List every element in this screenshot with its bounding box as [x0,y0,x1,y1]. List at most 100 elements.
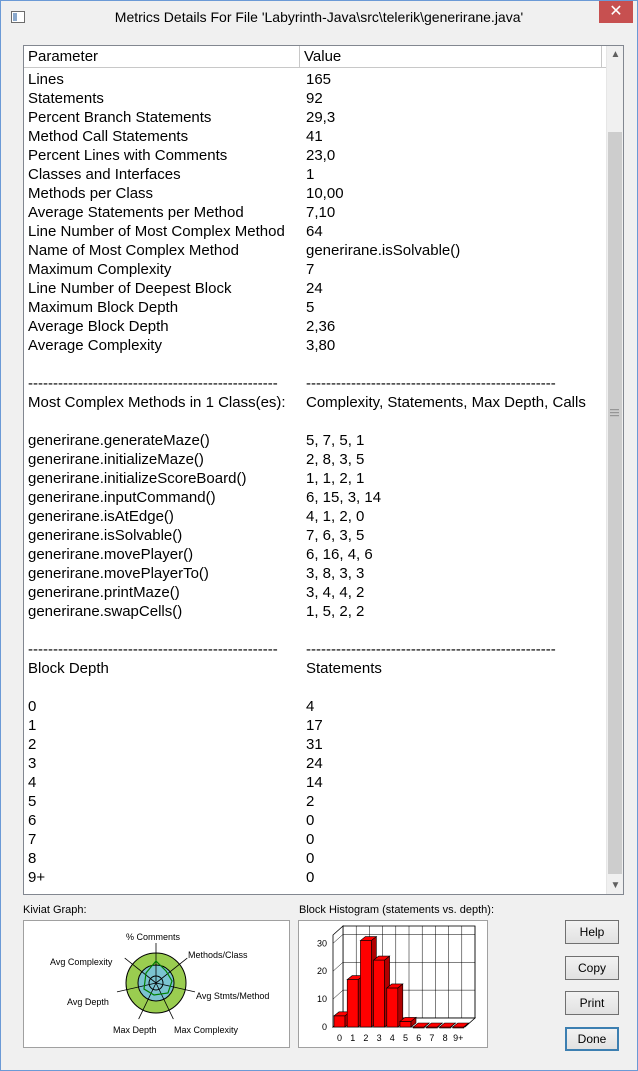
table-row[interactable]: 60 [24,811,607,830]
table-row[interactable]: Statements 92 [24,89,607,108]
table-row[interactable] [24,355,607,374]
value-cell: 24 [306,755,323,772]
table-row[interactable]: generirane.initializeMaze() 2, 8, 3, 5 [24,450,607,469]
histogram-x-tick-label: 2 [363,1033,368,1043]
table-row[interactable]: 80 [24,849,607,868]
parameter-cell: Maximum Complexity [28,261,172,278]
table-row[interactable]: Average Block Depth 2,36 [24,317,607,336]
table-row[interactable]: Maximum Block Depth 5 [24,298,607,317]
table-row[interactable]: generirane.movePlayerTo() 3, 8, 3, 3 [24,564,607,583]
table-row[interactable]: 3 24 [24,754,607,773]
table-row[interactable]: generirane.isAtEdge() 4, 1, 2, 0 [24,507,607,526]
metrics-list[interactable]: Parameter Value Lines 165 Statements 92 Perc… [23,45,624,895]
table-row[interactable]: Average Complexity 3,80 [24,336,607,355]
table-row[interactable]: Line Number of Deepest Block 24 [24,279,607,298]
parameter-cell: 3 [28,755,37,772]
value-cell: 0 [306,869,315,886]
histogram-label: Block Histogram (statements vs. depth): [299,904,495,916]
print-button[interactable]: Print [565,991,619,1015]
value-cell: 0 [306,831,315,848]
scroll-up-arrow-icon[interactable]: ▲ [607,46,624,63]
scrollbar-thumb[interactable] [608,132,622,874]
value-cell: ----------------------------------------… [306,375,556,392]
histogram-x-tick-label: 7 [429,1033,434,1043]
table-row[interactable]: 70 [24,830,607,849]
parameter-cell: Most Complex Methods in 1 Class(es): [28,394,286,411]
value-cell: ----------------------------------------… [306,641,556,658]
value-cell: 5 [306,299,315,316]
value-cell: 31 [306,736,323,753]
table-row[interactable] [24,621,607,640]
table-row[interactable]: generirane.inputCommand() 6, 15, 3, 14 [24,488,607,507]
parameter-cell: Line Number of Most Complex Method [28,223,285,240]
metrics-window: Metrics Details For File 'Labyrinth-Java… [0,0,638,1071]
close-button[interactable]: ✕ [599,1,633,23]
kiviat-axis-avg-depth: Avg Depth [67,997,109,1007]
table-row[interactable]: Methods per Class 10,00 [24,184,607,203]
title-bar: Metrics Details For File 'Labyrinth-Java… [1,1,637,34]
table-row[interactable]: ----------------------------------------… [24,374,607,393]
table-row[interactable]: Method Call Statements 41 [24,127,607,146]
table-row[interactable]: Block Depth Statements [24,659,607,678]
table-row[interactable]: 1 17 [24,716,607,735]
table-row[interactable]: Name of Most Complex Method generirane.is… [24,241,607,260]
parameter-cell: Percent Lines with Comments [28,147,228,164]
parameter-cell: generirane.isAtEdge() [28,508,174,525]
table-row[interactable]: generirane.generateMaze() 5, 7, 5, 1 [24,431,607,450]
table-row[interactable]: Lines 165 [24,70,607,89]
parameter-cell: 9+ [28,869,46,886]
histogram-bar [360,940,372,1028]
parameter-cell: generirane.generateMaze() [28,432,210,449]
parameter-cell: Average Complexity [28,337,162,354]
kiviat-axis-methods-class: Methods/Class [188,950,248,960]
window-title: Metrics Details For File 'Labyrinth-Java… [114,9,524,25]
parameter-cell: 1 [28,717,37,734]
table-row[interactable]: Percent Branch Statements 29,3 [24,108,607,127]
table-row[interactable]: generirane.swapCells() 1, 5, 2, 2 [24,602,607,621]
table-row[interactable]: ----------------------------------------… [24,640,607,659]
parameter-cell: ----------------------------------------… [28,375,278,392]
parameter-cell: Statements [28,90,104,107]
table-row[interactable]: 9+ 0 [24,868,607,887]
copy-button[interactable]: Copy [565,956,619,980]
table-row[interactable]: Most Complex Methods in 1 Class(es): Comp… [24,393,607,412]
parameter-cell: ----------------------------------------… [28,641,278,658]
table-row[interactable]: Classes and Interfaces 1 [24,165,607,184]
table-row[interactable] [24,678,607,697]
value-cell: 7 [306,261,315,278]
table-row[interactable]: 4 14 [24,773,607,792]
value-cell: 3, 4, 4, 2 [306,584,365,601]
vertical-scrollbar[interactable]: ▲ — — — ▼ [606,46,623,894]
table-row[interactable]: 04 [24,697,607,716]
value-cell: 92 [306,90,323,107]
table-row[interactable]: 2 31 [24,735,607,754]
table-row[interactable]: 52 [24,792,607,811]
value-cell: 165 [306,71,332,88]
value-cell: Complexity, Statements, Max Depth, Calls [306,394,586,411]
value-cell: 17 [306,717,323,734]
table-row[interactable]: Percent Lines with Comments 23,0 [24,146,607,165]
table-row[interactable]: generirane.printMaze() 3, 4, 4, 2 [24,583,607,602]
table-row[interactable] [24,412,607,431]
scroll-down-arrow-icon[interactable]: ▼ [607,877,624,894]
table-row[interactable]: generirane.movePlayer() 6, 16, 4, 6 [24,545,607,564]
table-row[interactable]: generirane.initializeScoreBoard() 1, 1, 2… [24,469,607,488]
table-row[interactable]: Maximum Complexity 7 [24,260,607,279]
parameter-cell: generirane.printMaze() [28,584,180,601]
column-header-parameter[interactable]: Parameter [24,46,300,68]
value-cell: 0 [306,850,315,867]
help-button[interactable]: Help [565,920,619,944]
scroll-grip-icon: — — — [610,404,619,420]
value-cell: 24 [306,280,323,297]
column-header-value[interactable]: Value [300,46,602,68]
table-row[interactable]: Line Number of Most Complex Method 64 [24,222,607,241]
histogram-bar [333,1015,346,1028]
block-histogram: 0 10 20 30 0 1 2 3 4 5 6 7 8 9+ [298,920,488,1048]
histogram-bar [346,979,359,1028]
parameter-cell: generirane.initializeMaze() [28,451,204,468]
kiviat-axis-max-complexity: Max Complexity [174,1025,239,1035]
parameter-cell: generirane.movePlayerTo() [28,565,209,582]
table-row[interactable]: Average Statements per Method 7,10 [24,203,607,222]
done-button[interactable]: Done [565,1027,619,1051]
table-row[interactable]: generirane.isSolvable() 7, 6, 3, 5 [24,526,607,545]
